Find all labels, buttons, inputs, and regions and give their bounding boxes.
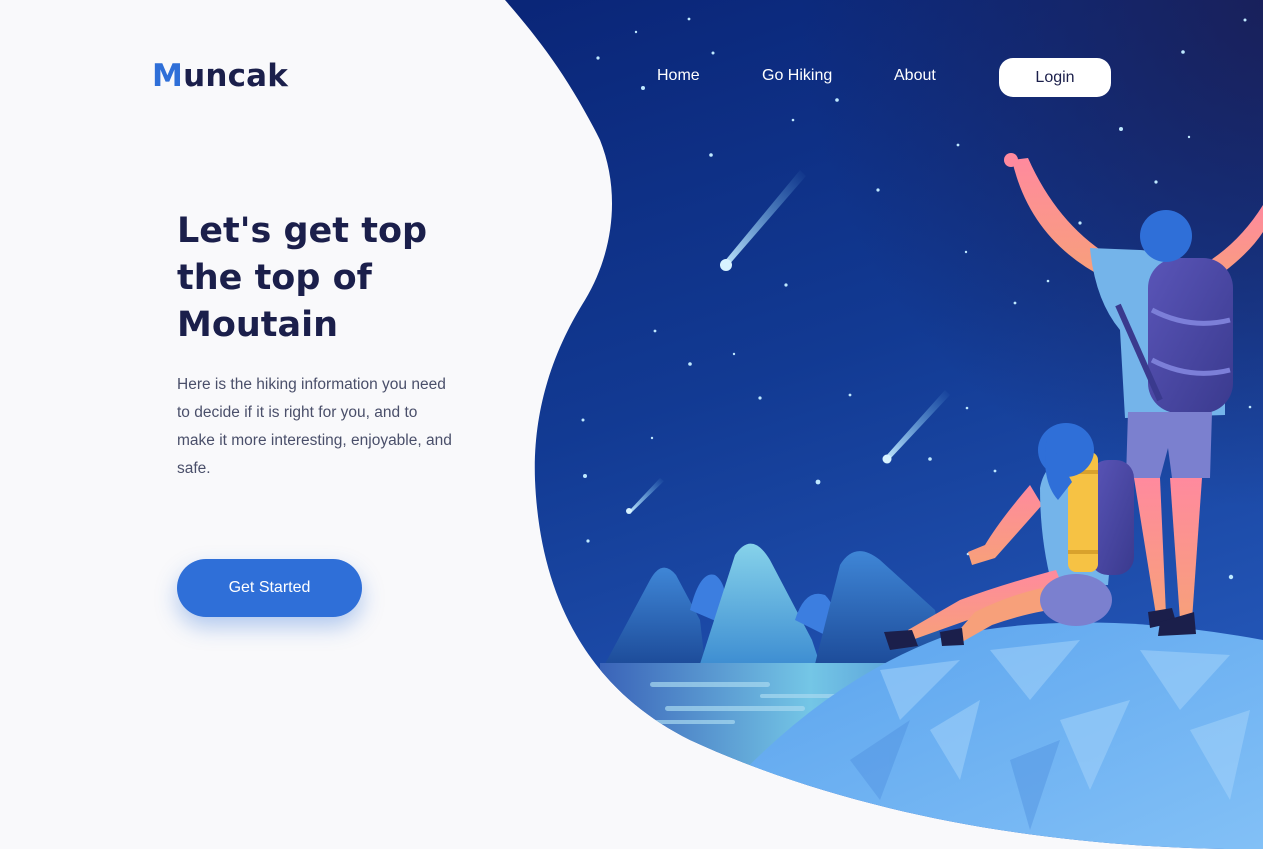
- main-nav: Home Go Hiking About Login: [0, 58, 1263, 98]
- login-button[interactable]: Login: [999, 58, 1111, 97]
- nav-link-about[interactable]: About: [894, 67, 936, 85]
- nav-link-go-hiking[interactable]: Go Hiking: [762, 67, 832, 85]
- nav-link-home[interactable]: Home: [657, 67, 700, 85]
- hero-headline: Let's get top the top of Moutain: [177, 211, 428, 345]
- get-started-button[interactable]: Get Started: [177, 559, 362, 617]
- hero-description: Here is the hiking information you need …: [177, 376, 452, 477]
